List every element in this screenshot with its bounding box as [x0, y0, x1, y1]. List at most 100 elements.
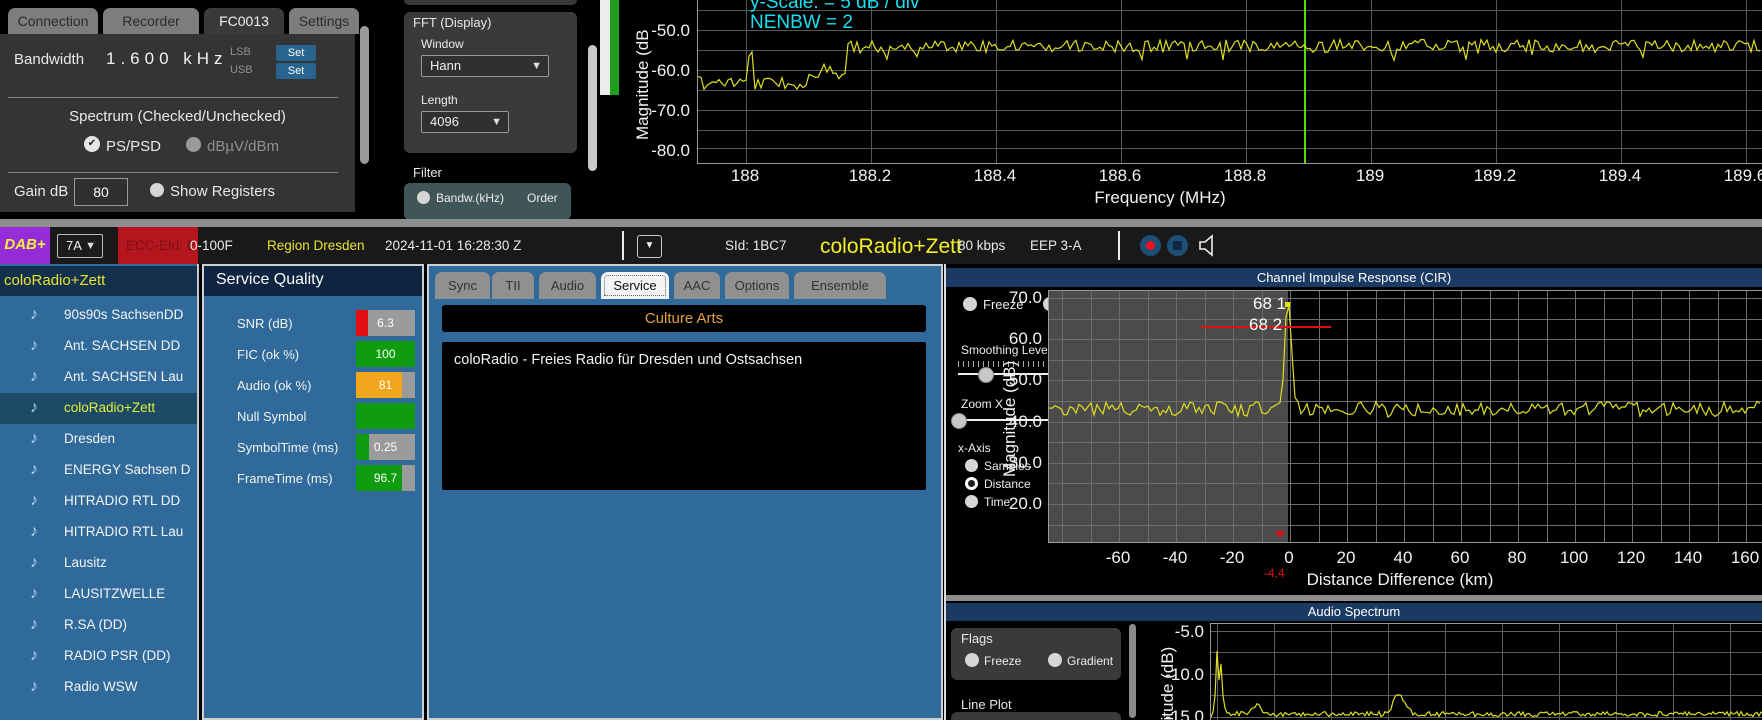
bandw-radio[interactable]	[417, 191, 430, 204]
tab-audio[interactable]: Audio	[539, 272, 596, 299]
metric-bar-fill	[356, 403, 415, 429]
tab-recorder[interactable]: Recorder	[103, 8, 199, 34]
lsb-set-button[interactable]: Set	[276, 45, 316, 61]
station-list-item[interactable]: ♪Dresden	[0, 424, 197, 455]
station-name: RADIO PSR (DD)	[64, 648, 171, 663]
station-list-item[interactable]: ♪90s90s SachsenDD	[0, 300, 197, 331]
audio-freeze-radio[interactable]	[965, 653, 979, 667]
ps-psd-checkbox[interactable]: ✔	[84, 136, 100, 152]
tab-fc0013[interactable]: FC0013	[204, 8, 284, 34]
channel-value: 7A	[66, 238, 82, 253]
chevron-down-icon: ▼	[531, 56, 542, 76]
music-note-icon: ♪	[30, 585, 38, 603]
fft-title: FFT (Display)	[413, 15, 491, 30]
tab-settings[interactable]: Settings	[289, 8, 359, 34]
service-name: coloRadio+Zett	[820, 228, 962, 265]
cir-plot[interactable]: 68 168 2	[1048, 290, 1762, 543]
show-registers-radio[interactable]	[150, 183, 164, 197]
station-list-item[interactable]: ♪Radio WSW	[0, 672, 197, 703]
tab-connection[interactable]: Connection	[8, 8, 98, 34]
metric-label: Audio (ok %)	[237, 378, 311, 393]
application-window: ConnectionRecorderFC0013Settings Bandwid…	[0, 0, 1762, 720]
fft-column-scrollbar[interactable]	[588, 45, 597, 171]
station-list: ♪90s90s SachsenDD♪Ant. SACHSEN DD♪Ant. S…	[0, 300, 197, 703]
x-tick: 100	[1544, 548, 1604, 568]
window-select[interactable]: Hann ▼	[421, 55, 549, 77]
metric-label: SNR (dB)	[237, 316, 293, 331]
station-list-item[interactable]: ♪RADIO PSR (DD)	[0, 641, 197, 672]
station-name: ENERGY Sachsen D	[64, 462, 191, 477]
x-tick: 20	[1316, 548, 1376, 568]
speaker-icon	[1198, 234, 1218, 257]
y-tick: -70.0	[651, 101, 690, 121]
x-tick: 189.4	[1580, 166, 1660, 186]
cir-title: Channel Impulse Response (CIR)	[1257, 270, 1451, 285]
divider	[1118, 231, 1120, 260]
x-tick: -20	[1202, 548, 1262, 568]
lineplot-title: Line Plot	[961, 697, 1012, 712]
length-select[interactable]: 4096 ▼	[421, 111, 509, 133]
lineplot-groupbox	[951, 712, 1121, 720]
metric-bar: 96.7	[356, 465, 415, 491]
station-list-item[interactable]: ♪R.SA (DD)	[0, 610, 197, 641]
station-list-item[interactable]: ♪ENERGY Sachsen D	[0, 455, 197, 486]
datetime-label: 2024-11-01 16:28:30 Z	[385, 227, 521, 264]
mute-button[interactable]	[1198, 234, 1218, 262]
tab-ensemble[interactable]: Ensemble	[794, 272, 886, 299]
y-tick: 60.0	[1009, 329, 1042, 349]
station-name: 90s90s SachsenDD	[64, 307, 183, 322]
audio-gradient-radio[interactable]	[1048, 653, 1062, 667]
service-dropdown-button[interactable]: ▼	[637, 235, 662, 258]
station-list-item[interactable]: ♪HITRADIO RTL Lau	[0, 517, 197, 548]
station-list-item[interactable]: ♪HITRADIO RTL DD	[0, 486, 197, 517]
rf-spectrum-plot[interactable]: y-Scale: = 5 dB / divNENBW = 2	[697, 0, 1762, 164]
music-note-icon: ♪	[30, 337, 38, 355]
service-tab-bar: SyncTIIAudioServiceAACOptionsEnsemble	[429, 272, 941, 299]
dynamic-label-text: coloRadio - Freies Radio für Dresden und…	[454, 352, 916, 368]
x-tick: 140	[1658, 548, 1718, 568]
station-list-item[interactable]: ♪coloRadio+Zett	[0, 393, 197, 424]
device-panel-scrollbar[interactable]	[360, 26, 369, 164]
station-list-item[interactable]: ♪Lausitz	[0, 548, 197, 579]
tab-aac[interactable]: AAC	[674, 272, 720, 299]
ecc-value: 0-100F	[190, 227, 233, 264]
tab-service[interactable]: Service	[601, 272, 669, 299]
station-name: Lausitz	[64, 555, 107, 570]
trace	[1049, 291, 1762, 542]
dbuv-radio[interactable]	[186, 137, 201, 152]
channel-select[interactable]: 7A ▼	[57, 234, 103, 258]
tab-tii[interactable]: TII	[492, 272, 534, 299]
x-tick: 189	[1330, 166, 1410, 186]
y-tick: -50.0	[651, 21, 690, 41]
tab-options[interactable]: Options	[725, 272, 789, 299]
audio-gradient-label: Gradient	[1067, 654, 1113, 668]
station-name: Ant. SACHSEN Lau	[64, 369, 183, 384]
marker-arrow-icon	[1275, 531, 1285, 538]
metric-value: 0.25	[356, 440, 415, 454]
metric-value: 100	[356, 347, 415, 361]
usb-set-button[interactable]: Set	[276, 63, 316, 79]
spectrum-x-ticks: 188188.2188.4188.6188.8189189.2189.4189.…	[697, 166, 1762, 186]
service-quality-rows: SNR (dB)6.3FIC (ok %)100Audio (ok %)81Nu…	[204, 266, 422, 718]
record-button[interactable]	[1140, 235, 1161, 256]
gain-input[interactable]	[74, 178, 128, 206]
station-list-item[interactable]: ♪Ant. SACHSEN DD	[0, 331, 197, 362]
filter-title: Filter	[413, 165, 442, 180]
bandwidth-value: 1.600 kHz	[106, 49, 228, 69]
audio-spectrum-plot[interactable]	[1210, 623, 1762, 720]
tab-sync[interactable]: Sync	[435, 272, 490, 299]
service-detail-panel: SyncTIIAudioServiceAACOptionsEnsemble Cu…	[427, 264, 943, 720]
station-panel: coloRadio+Zett ♪90s90s SachsenDD♪Ant. SA…	[0, 264, 199, 720]
x-tick: 80	[1487, 548, 1547, 568]
music-note-icon: ♪	[30, 678, 38, 696]
station-list-item[interactable]: ♪LAUSITZWELLE	[0, 579, 197, 610]
metric-value: 6.3	[356, 316, 415, 330]
music-note-icon: ♪	[30, 492, 38, 510]
y-tick: 50.0	[1009, 370, 1042, 390]
station-header-label: coloRadio+Zett	[4, 272, 105, 289]
x-tick: 160	[1715, 548, 1762, 568]
stop-button[interactable]	[1167, 235, 1188, 256]
metric-label: FrameTime (ms)	[237, 471, 333, 486]
station-list-item[interactable]: ♪Ant. SACHSEN Lau	[0, 362, 197, 393]
audio-panel-scrollbar[interactable]	[1129, 624, 1136, 718]
